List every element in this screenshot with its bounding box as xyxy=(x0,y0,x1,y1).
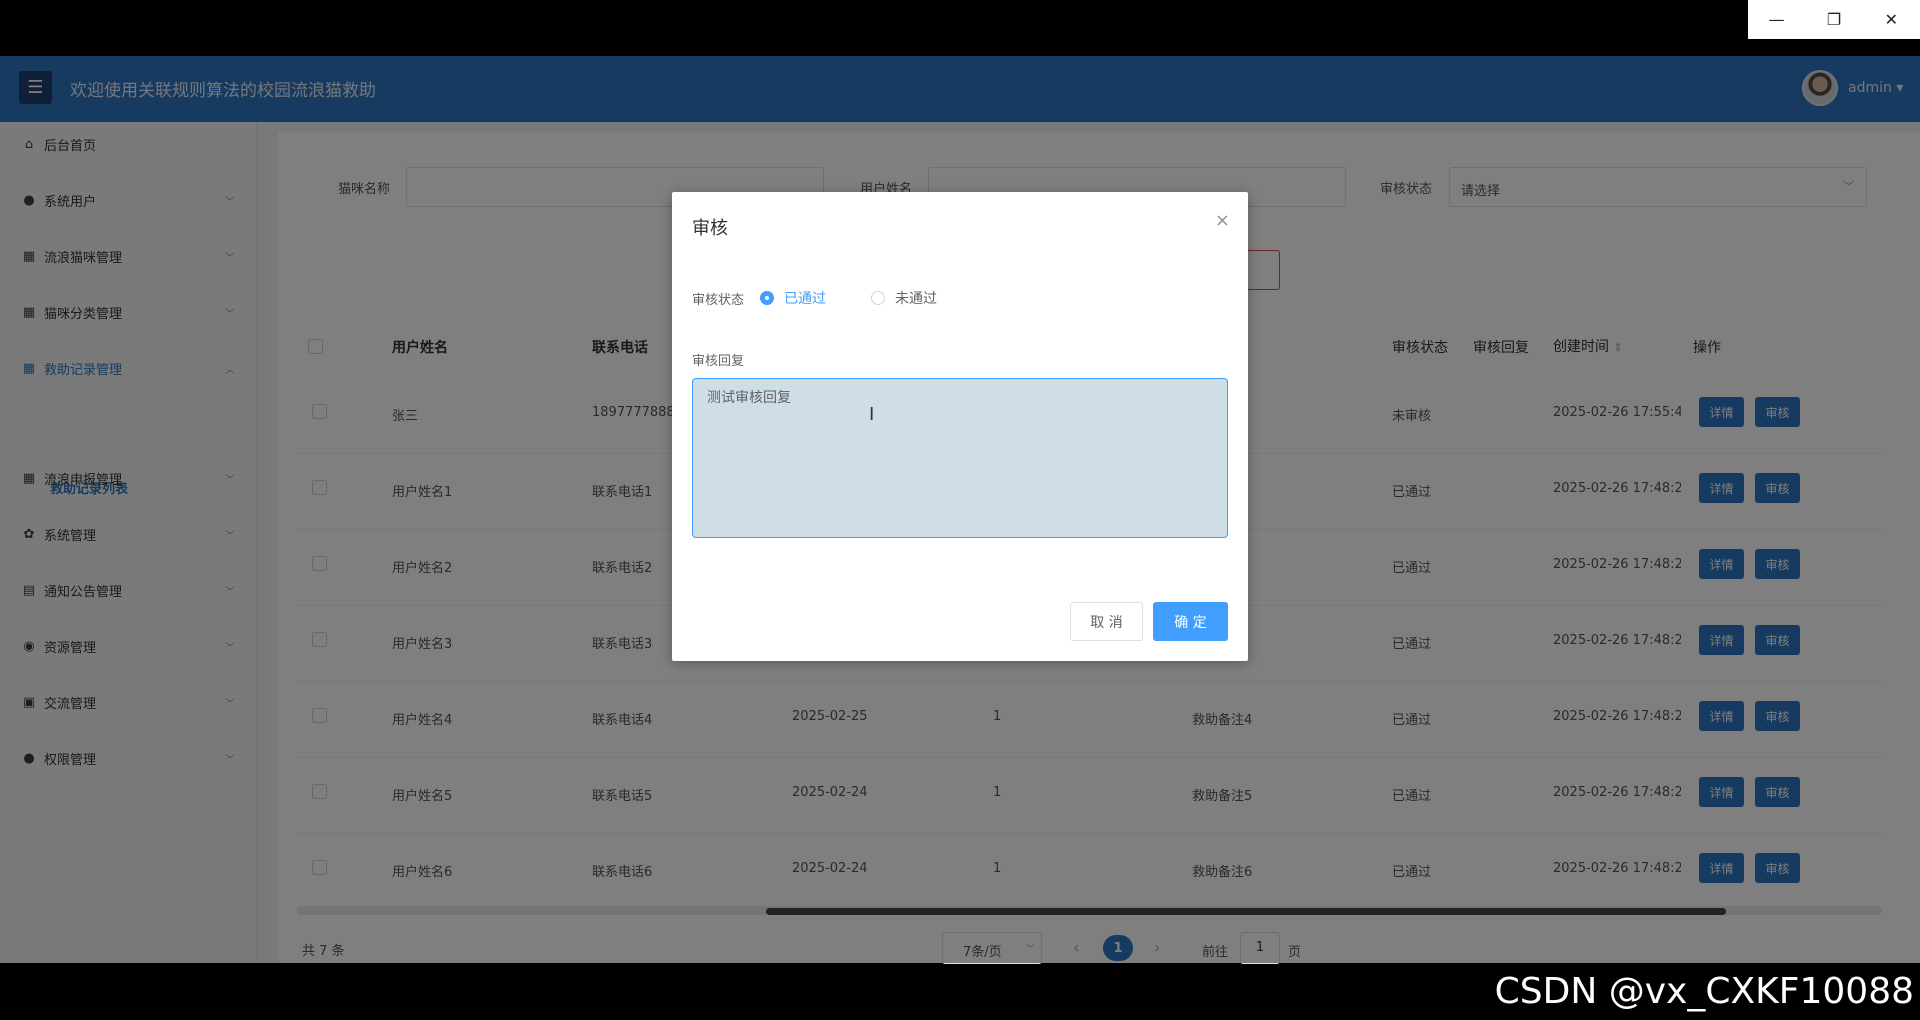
minimize-icon[interactable]: — xyxy=(1748,0,1805,39)
radio-passed[interactable]: 已通过 xyxy=(760,288,826,308)
radio-passed-label: 已通过 xyxy=(784,291,826,307)
dialog-title: 审核 xyxy=(692,218,728,239)
close-icon[interactable]: × xyxy=(1215,210,1230,231)
cancel-button[interactable]: 取 消 xyxy=(1070,602,1143,641)
radio-checked-icon xyxy=(760,291,774,305)
close-window-icon[interactable]: ✕ xyxy=(1863,0,1920,39)
audit-status-label: 审核状态 xyxy=(692,293,745,308)
restore-icon[interactable]: ❐ xyxy=(1805,0,1862,39)
audit-dialog: 审核 × 审核状态 已通过 未通过 审核回复 测试审核回复 I 取 消 确 定 xyxy=(672,192,1248,661)
audit-reply-label: 审核回复 xyxy=(692,354,745,369)
confirm-button[interactable]: 确 定 xyxy=(1153,602,1228,641)
window-controls: — ❐ ✕ xyxy=(1748,0,1920,39)
text-cursor-icon: I xyxy=(869,404,875,425)
audit-reply-textarea[interactable]: 测试审核回复 xyxy=(692,378,1228,538)
radio-not-passed-label: 未通过 xyxy=(895,291,937,307)
radio-unchecked-icon xyxy=(871,291,885,305)
screen: — ❐ ✕ ☰ 欢迎使用关联规则算法的校园流浪猫救助 admin ▾ ⌂ 后台首… xyxy=(0,0,1920,1020)
watermark: CSDN @vx_CXKF10088 xyxy=(1494,971,1914,1012)
radio-not-passed[interactable]: 未通过 xyxy=(871,288,937,308)
